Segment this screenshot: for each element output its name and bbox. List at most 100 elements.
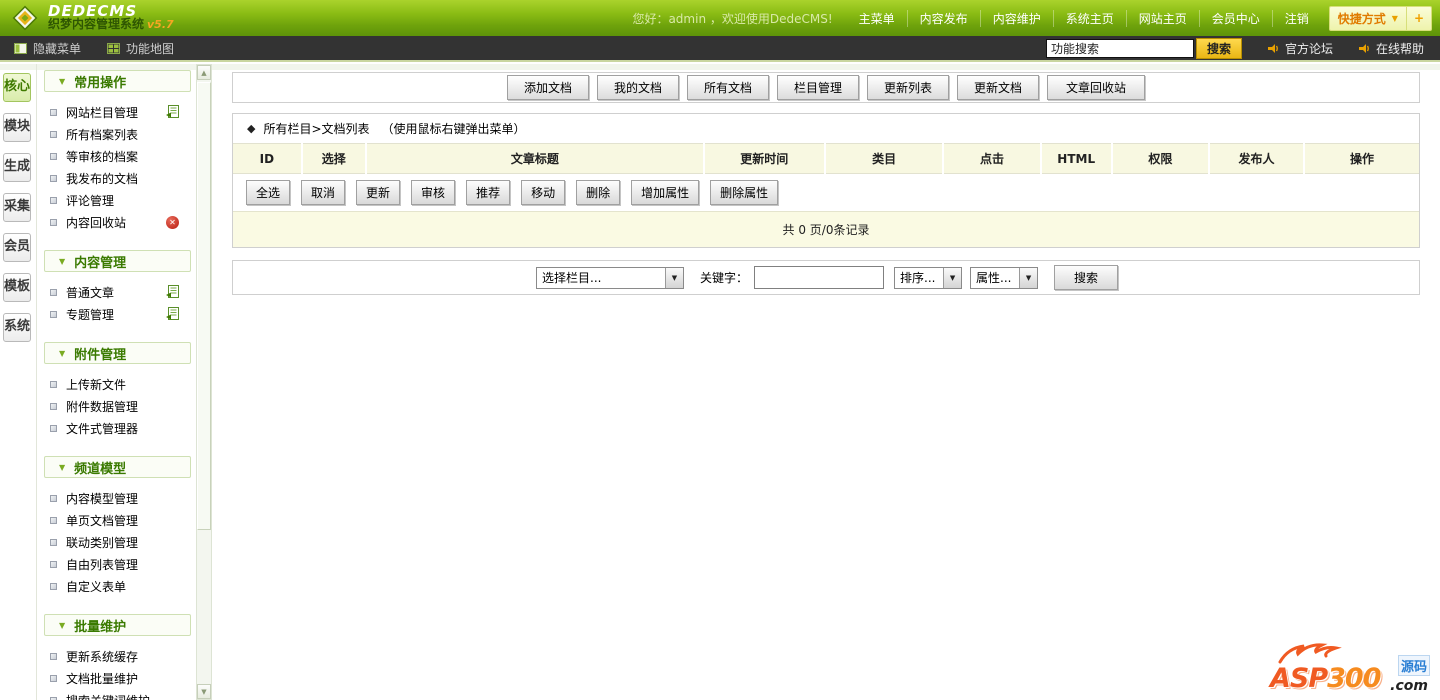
section-header-attachment-manage[interactable]: ▼ 附件管理 bbox=[44, 342, 191, 364]
tab-modules[interactable]: 模块 bbox=[3, 113, 31, 142]
official-forum-link[interactable]: 官方论坛 bbox=[1267, 40, 1333, 57]
breadcrumb-hint: （使用鼠标右键弹出菜单） bbox=[381, 122, 526, 136]
update-list-button[interactable]: 更新列表 bbox=[867, 75, 949, 100]
remove-attribute-button[interactable]: 删除属性 bbox=[710, 180, 779, 205]
add-attribute-button[interactable]: 增加属性 bbox=[631, 180, 700, 205]
menu-item-pending-archives[interactable]: 等审核的档案 bbox=[38, 145, 195, 167]
batch-actions-bar: 全选 取消 更新 审核 推荐 移动 删除 增加属性 删除属性 bbox=[233, 174, 1419, 211]
chevron-down-icon: ▼ bbox=[59, 76, 66, 86]
menu-item-all-archives[interactable]: 所有档案列表 bbox=[38, 123, 195, 145]
nav-member-center[interactable]: 会员中心 bbox=[1200, 9, 1273, 27]
section-header-channel-model[interactable]: ▼ 频道模型 bbox=[44, 456, 191, 478]
bullet-icon bbox=[50, 582, 57, 590]
my-documents-button[interactable]: 我的文档 bbox=[597, 75, 679, 100]
menu-item-file-manager[interactable]: 文件式管理器 bbox=[38, 417, 195, 439]
attribute-select[interactable]: 属性... ▼ bbox=[970, 266, 1039, 289]
select-all-button[interactable]: 全选 bbox=[246, 180, 291, 205]
bullet-icon bbox=[50, 218, 57, 226]
menu-item-attachment-data[interactable]: 附件数据管理 bbox=[38, 395, 195, 417]
function-search-button[interactable]: 搜索 bbox=[1195, 37, 1242, 59]
tab-members[interactable]: 会员 bbox=[3, 233, 31, 262]
menu-item-linkage-category[interactable]: 联动类别管理 bbox=[38, 531, 195, 553]
filter-bar: 选择栏目... ▼ 关键字： 排序... ▼ 属性... ▼ 搜索 bbox=[232, 260, 1420, 295]
menu-item-custom-form[interactable]: 自定义表单 bbox=[38, 575, 195, 597]
update-button[interactable]: 更新 bbox=[356, 180, 401, 205]
cancel-button[interactable]: 取消 bbox=[301, 180, 346, 205]
menu-item-free-list[interactable]: 自由列表管理 bbox=[38, 553, 195, 575]
menu-item-recycle-bin[interactable]: 内容回收站 ✕ bbox=[38, 211, 195, 233]
bullet-icon bbox=[50, 310, 57, 318]
nav-content-maintain[interactable]: 内容维护 bbox=[981, 9, 1054, 27]
section-header-common-ops[interactable]: ▼ 常用操作 bbox=[44, 70, 191, 92]
nav-logout[interactable]: 注销 bbox=[1273, 10, 1321, 27]
col-category: 类目 bbox=[824, 143, 945, 174]
logo-subtitle: 织梦内容管理系统 bbox=[48, 17, 145, 31]
section-channel-model: ▼ 频道模型 内容模型管理 单页文档管理 联动类别管理 自由列表管理 自定义表单 bbox=[38, 456, 195, 597]
keyword-input[interactable] bbox=[754, 266, 885, 289]
menu-item-my-documents[interactable]: 我发布的文档 bbox=[38, 167, 195, 189]
tab-core[interactable]: 核心 bbox=[3, 73, 31, 102]
column-manage-button[interactable]: 栏目管理 bbox=[777, 75, 859, 100]
chevron-down-icon[interactable]: ▼ bbox=[665, 267, 683, 288]
sort-select[interactable]: 排序... ▼ bbox=[894, 266, 963, 289]
tab-generate[interactable]: 生成 bbox=[3, 153, 31, 182]
nav-content-publish[interactable]: 内容发布 bbox=[908, 9, 981, 27]
chevron-down-icon[interactable]: ▼ bbox=[943, 267, 962, 288]
menu-item-normal-article[interactable]: 普通文章 bbox=[38, 281, 195, 303]
section-batch-maintain: ▼ 批量维护 更新系统缓存 文档批量维护 搜索关键词维护 文档关键词维护 bbox=[38, 614, 195, 700]
sidebar-scrollbar[interactable]: ▲ ▼ bbox=[196, 64, 212, 700]
hide-menu-button[interactable]: 隐藏菜单 bbox=[14, 40, 81, 57]
recommend-button[interactable]: 推荐 bbox=[466, 180, 511, 205]
quick-access-label[interactable]: 快捷方式 ▼ bbox=[1330, 7, 1406, 30]
nav-site-home[interactable]: 网站主页 bbox=[1127, 9, 1200, 27]
watermark-domain: .com bbox=[1390, 678, 1428, 694]
nav-main-menu[interactable]: 主菜单 bbox=[847, 9, 908, 27]
tab-collect[interactable]: 采集 bbox=[3, 193, 31, 222]
function-search-input[interactable] bbox=[1045, 38, 1194, 58]
add-document-button[interactable]: 添加文档 bbox=[507, 75, 589, 100]
filter-search-button[interactable]: 搜索 bbox=[1054, 265, 1119, 290]
watermark-tag: 源码 bbox=[1397, 655, 1430, 676]
menu-item-comment-manage[interactable]: 评论管理 bbox=[38, 189, 195, 211]
menu-item-doc-batch-maintain[interactable]: 文档批量维护 bbox=[38, 667, 195, 689]
menu-item-content-model[interactable]: 内容模型管理 bbox=[38, 487, 195, 509]
menu-item-topic-manage[interactable]: 专题管理 bbox=[38, 303, 195, 325]
nav-system-home[interactable]: 系统主页 bbox=[1054, 9, 1127, 27]
function-map-button[interactable]: 功能地图 bbox=[107, 40, 174, 57]
menu-item-update-cache[interactable]: 更新系统缓存 bbox=[38, 645, 195, 667]
all-documents-button[interactable]: 所有文档 bbox=[687, 75, 769, 100]
delete-button[interactable]: 删除 bbox=[576, 180, 621, 205]
section-header-content-manage[interactable]: ▼ 内容管理 bbox=[44, 250, 191, 272]
audit-button[interactable]: 审核 bbox=[411, 180, 456, 205]
menu-item-single-page[interactable]: 单页文档管理 bbox=[38, 509, 195, 531]
col-select: 选择 bbox=[301, 143, 367, 174]
quick-access-button: 快捷方式 ▼ + bbox=[1328, 5, 1432, 31]
menu-item-search-keyword-maintain[interactable]: 搜索关键词维护 bbox=[38, 689, 195, 700]
article-recycle-button[interactable]: 文章回收站 bbox=[1047, 75, 1145, 100]
chevron-down-icon[interactable]: ▼ bbox=[1019, 267, 1038, 288]
scrollbar-thumb[interactable] bbox=[197, 82, 211, 530]
category-select[interactable]: 选择栏目... ▼ bbox=[536, 266, 684, 289]
scroll-up-arrow[interactable]: ▲ bbox=[197, 65, 211, 80]
bullet-icon bbox=[50, 288, 57, 296]
update-document-button[interactable]: 更新文档 bbox=[957, 75, 1039, 100]
bullet-icon bbox=[50, 494, 57, 502]
move-button[interactable]: 移动 bbox=[521, 180, 566, 205]
tab-templates[interactable]: 模板 bbox=[3, 273, 31, 302]
sidebar-menu: ▼ 常用操作 网站栏目管理 所有档案列表 等审核的档案 我发布的文档 评论管理 … bbox=[38, 70, 195, 700]
menu-item-upload-file[interactable]: 上传新文件 bbox=[38, 373, 195, 395]
tab-system[interactable]: 系统 bbox=[3, 313, 31, 342]
bullet-icon bbox=[50, 674, 57, 682]
quick-add-button[interactable]: + bbox=[1405, 6, 1431, 30]
brand-logo: DEDECMS 织梦内容管理系统 v5.7 bbox=[0, 3, 174, 33]
online-help-link[interactable]: 在线帮助 bbox=[1358, 40, 1424, 57]
breadcrumb: ◆ 所有栏目>文档列表 （使用鼠标右键弹出菜单） bbox=[233, 114, 1419, 143]
section-header-batch-maintain[interactable]: ▼ 批量维护 bbox=[44, 614, 191, 636]
scroll-down-arrow[interactable]: ▼ bbox=[197, 684, 211, 699]
col-actions: 操作 bbox=[1303, 143, 1419, 174]
main-content: 添加文档 我的文档 所有文档 栏目管理 更新列表 更新文档 文章回收站 ◆ 所有… bbox=[232, 72, 1420, 295]
bullet-icon bbox=[50, 538, 57, 546]
doc-add-icon bbox=[166, 105, 179, 118]
menu-item-site-columns[interactable]: 网站栏目管理 bbox=[38, 101, 195, 123]
sidebar-divider bbox=[36, 64, 37, 700]
